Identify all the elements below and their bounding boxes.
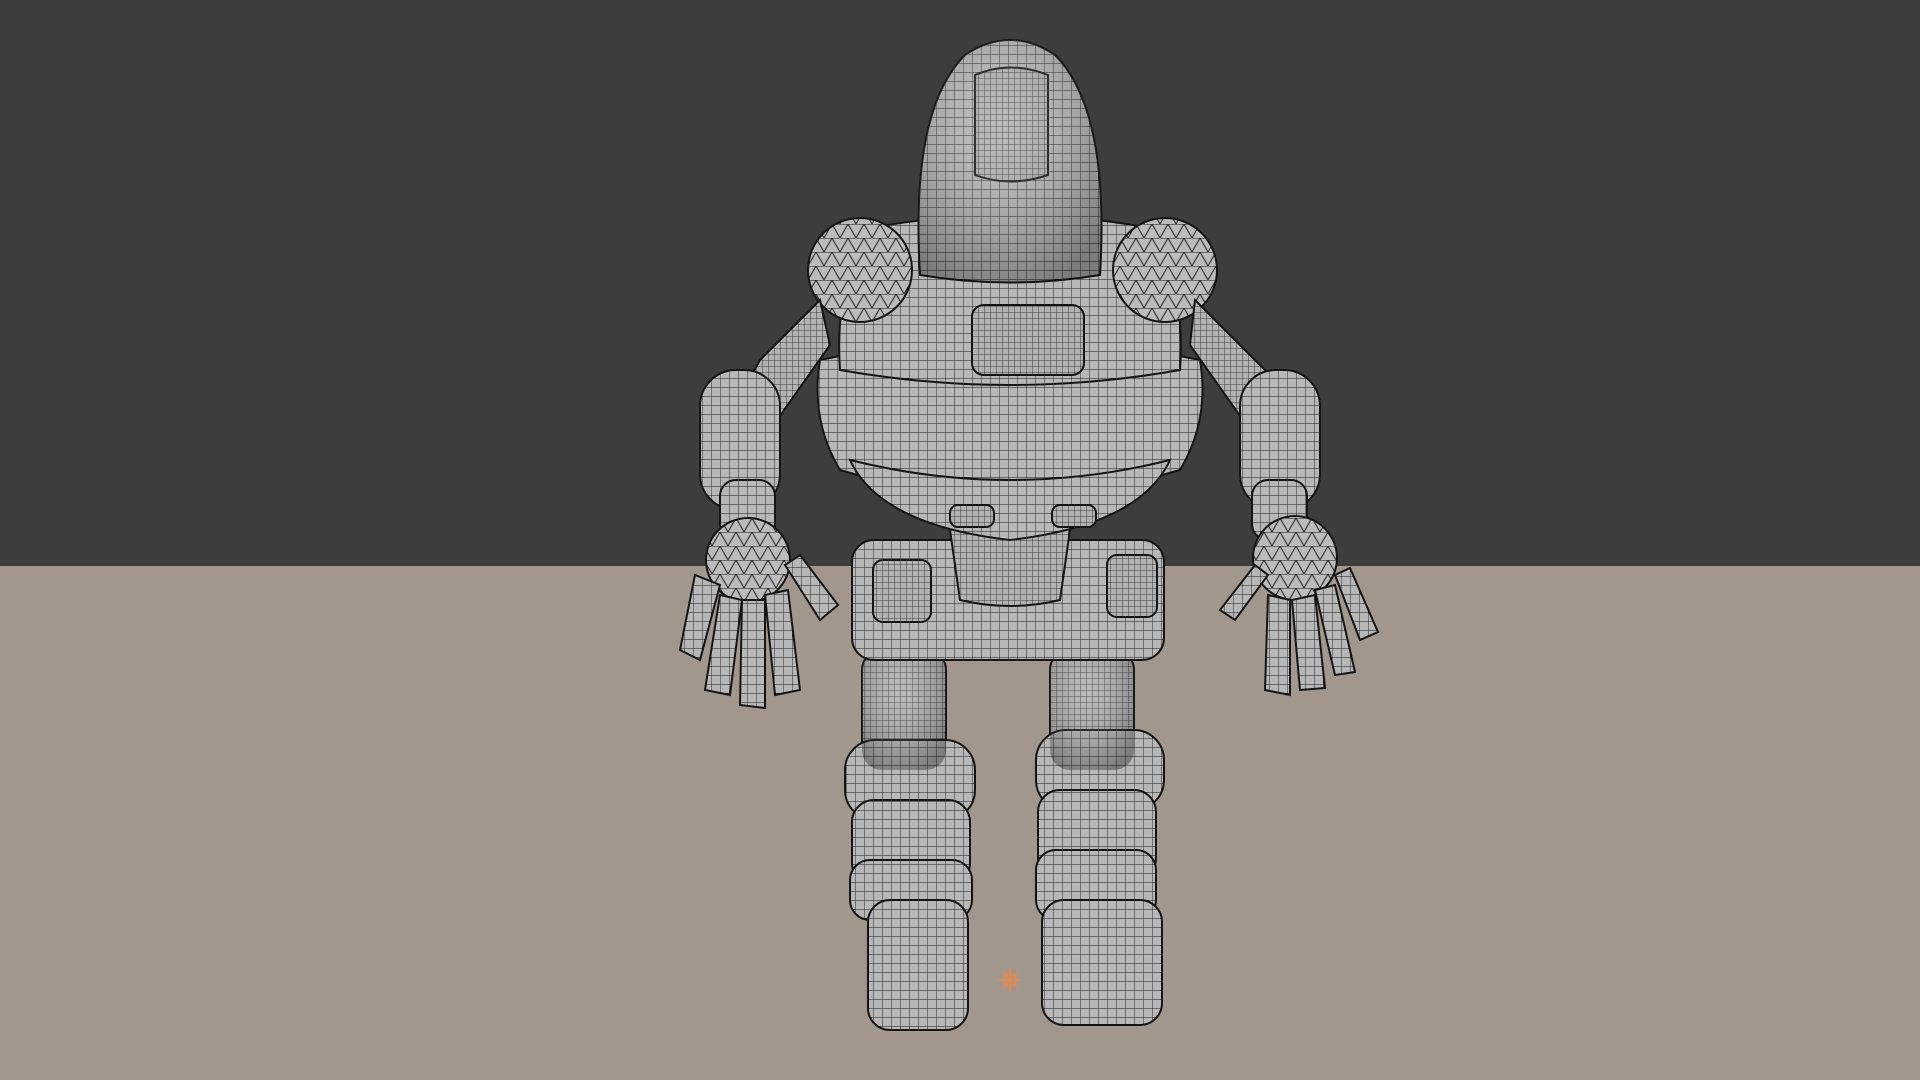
shoulder-left[interactable] [807, 217, 913, 323]
3d-viewport[interactable] [0, 0, 1920, 1080]
chest-plate[interactable] [971, 304, 1085, 376]
viewport-canvas[interactable] [0, 0, 1920, 1080]
